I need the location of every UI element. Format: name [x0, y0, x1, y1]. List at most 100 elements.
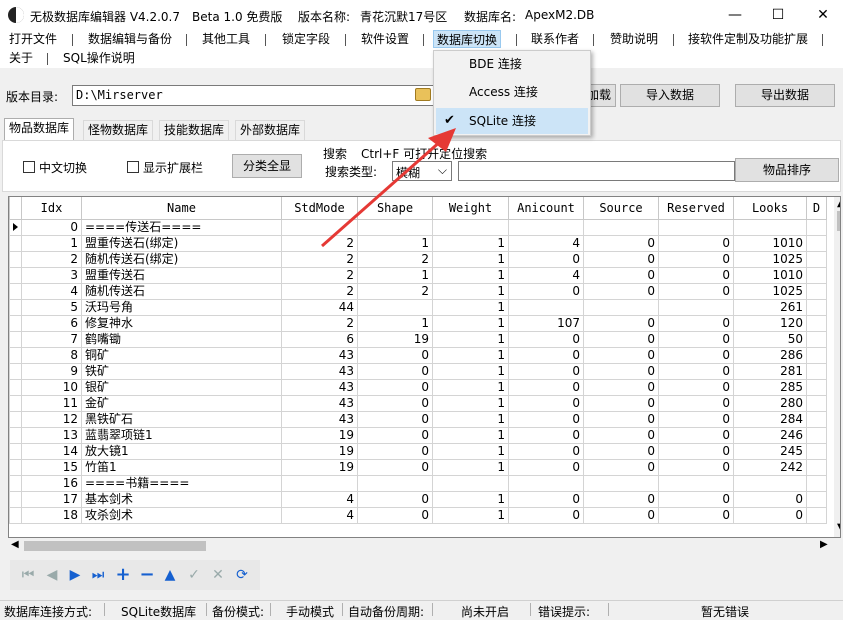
table-cell[interactable]: 19 — [281, 426, 358, 444]
table-cell[interactable]: 1 — [432, 458, 509, 476]
table-cell[interactable]: 8 — [21, 346, 82, 364]
table-cell[interactable]: 0 — [733, 506, 807, 524]
column-header-idx[interactable]: Idx — [21, 197, 82, 220]
table-cell[interactable]: 242 — [733, 458, 807, 476]
table-cell[interactable]: 18 — [21, 506, 82, 524]
tab-monsters[interactable]: 怪物数据库 — [83, 120, 154, 140]
table-cell[interactable]: 0 — [658, 458, 734, 476]
table-cell[interactable]: 2 — [21, 250, 82, 268]
table-cell[interactable]: 0 — [583, 346, 659, 364]
menu-data-edit-backup[interactable]: 数据编辑与备份 — [85, 30, 175, 48]
first-record-icon[interactable]: ⏮ — [20, 567, 36, 583]
table-cell[interactable] — [508, 218, 584, 236]
table-cell[interactable]: 1 — [432, 314, 509, 332]
table-cell[interactable]: 0 — [658, 506, 734, 524]
table-cell[interactable]: 0 — [583, 378, 659, 396]
table-cell[interactable]: 0 — [508, 426, 584, 444]
table-cell[interactable] — [806, 490, 827, 508]
import-button[interactable]: 导入数据 — [620, 84, 720, 107]
table-cell[interactable]: 120 — [733, 314, 807, 332]
table-cell[interactable]: 0 — [508, 250, 584, 268]
table-cell[interactable]: 50 — [733, 330, 807, 348]
table-cell[interactable]: 0 — [583, 458, 659, 476]
table-cell[interactable]: 107 — [508, 314, 584, 332]
table-row[interactable]: 5 沃玛号角 44 1 261 — [9, 298, 827, 316]
column-header-shape[interactable]: Shape — [357, 197, 433, 220]
table-row[interactable]: 9 铁矿 43 0 1 0 0 0 281 — [9, 362, 827, 380]
table-cell[interactable] — [658, 298, 734, 316]
table-cell[interactable]: 0 — [658, 282, 734, 300]
menu-db-switch[interactable]: 数据库切换 — [433, 30, 502, 48]
table-cell[interactable]: 3 — [21, 266, 82, 284]
table-cell[interactable] — [357, 218, 433, 236]
table-cell[interactable]: 0 — [583, 394, 659, 412]
table-cell[interactable]: 284 — [733, 410, 807, 428]
table-cell[interactable] — [583, 474, 659, 492]
table-cell[interactable] — [357, 298, 433, 316]
table-row[interactable]: 12 黑铁矿石 43 0 1 0 0 0 284 — [9, 410, 827, 428]
table-cell[interactable]: 0 — [658, 394, 734, 412]
sort-button[interactable]: 物品排序 — [735, 158, 839, 182]
column-header-looks[interactable]: Looks — [733, 197, 807, 220]
table-cell[interactable] — [508, 474, 584, 492]
table-cell[interactable]: 0 — [583, 442, 659, 460]
table-cell[interactable]: 0 — [583, 266, 659, 284]
delete-record-icon[interactable]: − — [139, 566, 155, 584]
table-cell[interactable] — [583, 298, 659, 316]
table-cell[interactable]: 0 — [357, 426, 433, 444]
table-cell[interactable]: 1 — [21, 234, 82, 252]
table-cell[interactable] — [806, 234, 827, 252]
menu-contact-author[interactable]: 联系作者 — [528, 30, 582, 48]
table-cell[interactable]: 0 — [658, 234, 734, 252]
table-cell[interactable]: 9 — [21, 362, 82, 380]
table-cell[interactable]: 4 — [281, 506, 358, 524]
table-cell[interactable]: 1 — [432, 330, 509, 348]
table-cell[interactable]: 金矿 — [81, 394, 282, 412]
table-cell[interactable]: 261 — [733, 298, 807, 316]
table-row[interactable]: 15 竹笛1 19 0 1 0 0 0 242 — [9, 458, 827, 476]
table-cell[interactable]: 0 — [508, 394, 584, 412]
table-cell[interactable]: 4 — [281, 490, 358, 508]
table-cell[interactable] — [733, 474, 807, 492]
tab-skills[interactable]: 技能数据库 — [159, 120, 230, 140]
export-button[interactable]: 导出数据 — [735, 84, 835, 107]
table-cell[interactable]: 修复神水 — [81, 314, 282, 332]
table-row[interactable]: 18 攻杀剑术 4 0 1 0 0 0 0 — [9, 506, 827, 524]
table-cell[interactable]: 银矿 — [81, 378, 282, 396]
table-cell[interactable]: 铁矿 — [81, 362, 282, 380]
table-cell[interactable]: 0 — [357, 394, 433, 412]
table-cell[interactable]: 1 — [432, 410, 509, 428]
table-cell[interactable]: 1 — [432, 362, 509, 380]
table-cell[interactable]: 1 — [432, 506, 509, 524]
menu-lock-fields[interactable]: 锁定字段 — [279, 30, 333, 48]
table-row[interactable]: 4 随机传送石 2 2 1 0 0 0 1025 — [9, 282, 827, 300]
table-cell[interactable]: 0 — [658, 314, 734, 332]
table-cell[interactable]: 19 — [357, 330, 433, 348]
table-cell[interactable]: 盟重传送石 — [81, 266, 282, 284]
tab-external[interactable]: 外部数据库 — [235, 120, 306, 140]
table-cell[interactable]: 随机传送石(绑定) — [81, 250, 282, 268]
tab-items[interactable]: 物品数据库 — [4, 118, 75, 140]
dropdown-access[interactable]: Access 连接 — [436, 79, 588, 105]
table-cell[interactable]: 14 — [21, 442, 82, 460]
table-cell[interactable]: 13 — [21, 426, 82, 444]
table-cell[interactable]: 1 — [432, 234, 509, 252]
table-cell[interactable]: 43 — [281, 378, 358, 396]
table-cell[interactable] — [583, 218, 659, 236]
horizontal-scrollbar[interactable]: ◀ ▶ — [8, 538, 841, 554]
scroll-down-icon[interactable]: ▼ — [837, 522, 840, 533]
table-cell[interactable]: 16 — [21, 474, 82, 492]
table-cell[interactable]: 铜矿 — [81, 346, 282, 364]
table-cell[interactable]: 4 — [508, 266, 584, 284]
table-cell[interactable] — [508, 298, 584, 316]
table-cell[interactable]: 1 — [432, 266, 509, 284]
column-header-stdmode[interactable]: StdMode — [281, 197, 358, 220]
table-cell[interactable]: 10 — [21, 378, 82, 396]
table-row[interactable]: 2 随机传送石(绑定) 2 2 1 0 0 0 1025 — [9, 250, 827, 268]
table-cell[interactable]: 0 — [508, 362, 584, 380]
table-cell[interactable] — [806, 394, 827, 412]
table-cell[interactable]: 2 — [281, 234, 358, 252]
table-cell[interactable]: 0 — [357, 346, 433, 364]
menu-customization[interactable]: 接软件定制及功能扩展 — [685, 30, 811, 48]
table-cell[interactable]: 0 — [357, 362, 433, 380]
